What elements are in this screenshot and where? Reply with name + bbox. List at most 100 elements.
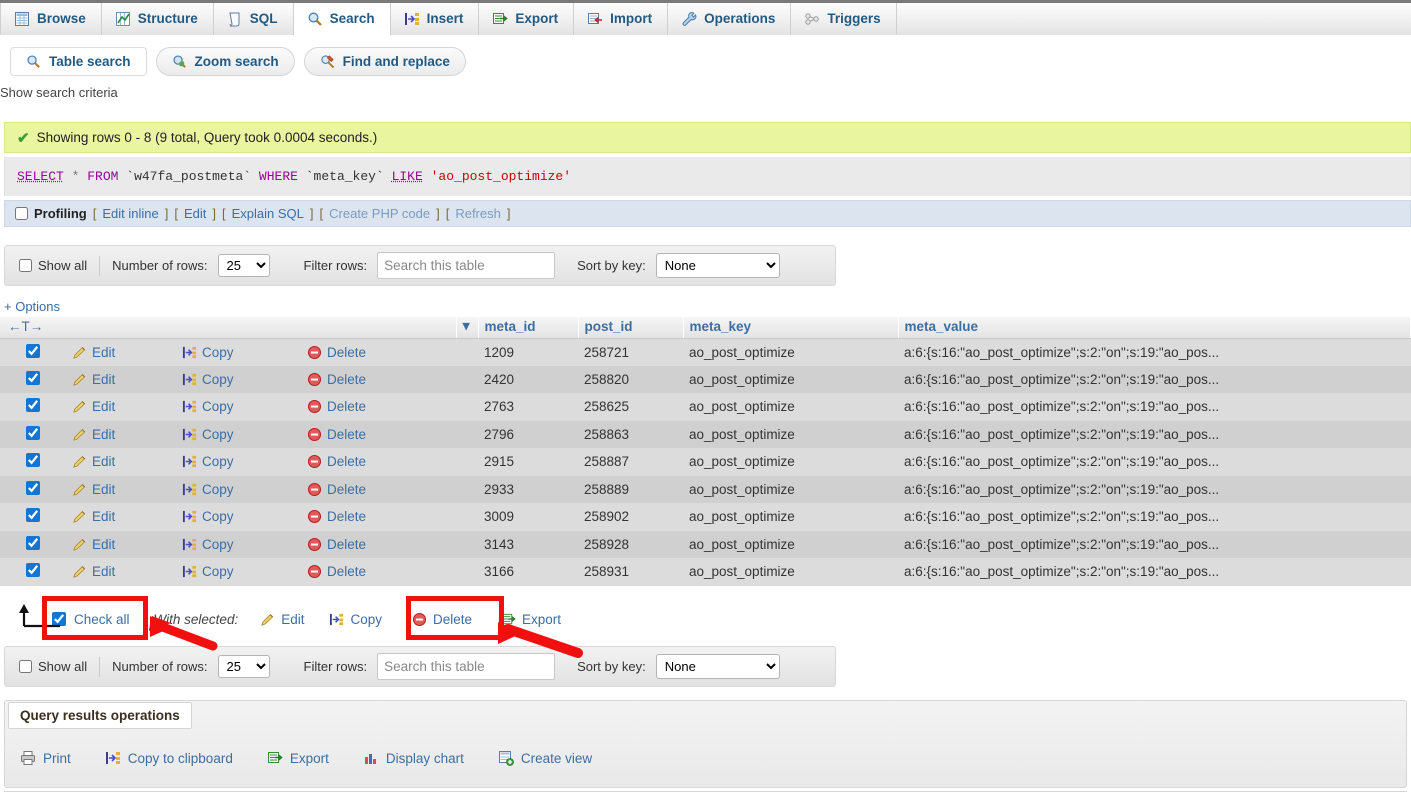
cell-meta-value[interactable]: a:6:{s:16:"ao_post_optimize";s:2:"on";s:… xyxy=(898,448,1411,476)
filter-rows-input-bottom[interactable] xyxy=(377,653,556,680)
row-select-cell[interactable] xyxy=(0,475,66,503)
row-action-edit-cell[interactable]: Edit xyxy=(66,558,176,586)
row-action-delete-cell[interactable]: Delete xyxy=(301,420,456,448)
row-select-cell[interactable] xyxy=(0,365,66,393)
row-action-copy-cell[interactable]: Copy xyxy=(176,475,301,503)
row-action-copy-cell[interactable]: Copy xyxy=(176,393,301,421)
row-action-copy-cell[interactable]: Copy xyxy=(176,420,301,448)
row-copy-link[interactable]: Copy xyxy=(182,454,295,469)
check-all-control[interactable]: Check all xyxy=(52,612,130,627)
cell-meta-key[interactable]: ao_post_optimize xyxy=(683,503,898,531)
show-all-control-bottom[interactable]: Show all xyxy=(19,659,87,674)
row-delete-link[interactable]: Delete xyxy=(307,372,450,387)
row-copy-link[interactable]: Copy xyxy=(182,372,295,387)
with-selected-delete[interactable]: Delete xyxy=(412,612,472,627)
cell-meta-id[interactable]: 3166 xyxy=(478,558,578,586)
cell-meta-key[interactable]: ao_post_optimize xyxy=(683,530,898,558)
sort-by-key-select-bottom[interactable]: None xyxy=(655,654,780,679)
row-checkbox[interactable] xyxy=(26,480,40,495)
show-search-criteria-link[interactable]: Show search criteria xyxy=(0,85,118,100)
qrop-copy-to-clipboard[interactable]: Copy to clipboard xyxy=(105,750,233,766)
table-row[interactable]: Edit Copy Delete 2420 258820 ao_post_optimize… xyxy=(0,365,1411,393)
row-copy-link[interactable]: Copy xyxy=(182,537,295,552)
row-delete-link[interactable]: Delete xyxy=(307,399,450,414)
table-row[interactable]: Edit Copy Delete 2933 258889 ao_post_optimize… xyxy=(0,475,1411,503)
row-select-cell[interactable] xyxy=(0,448,66,476)
cell-meta-value[interactable]: a:6:{s:16:"ao_post_optimize";s:2:"on";s:… xyxy=(898,365,1411,393)
row-delete-link[interactable]: Delete xyxy=(307,564,450,579)
refresh-link[interactable]: Refresh xyxy=(455,206,501,221)
row-action-copy-cell[interactable]: Copy xyxy=(176,338,301,366)
row-delete-link[interactable]: Delete xyxy=(307,427,450,442)
row-navigation-header[interactable]: ←T→ xyxy=(0,317,457,339)
cell-meta-key[interactable]: ao_post_optimize xyxy=(683,448,898,476)
check-all-checkbox[interactable] xyxy=(52,612,66,626)
row-checkbox[interactable] xyxy=(26,398,40,413)
explain-sql-link[interactable]: Explain SQL xyxy=(232,206,304,221)
tab-operations[interactable]: Operations xyxy=(668,3,792,35)
row-action-copy-cell[interactable]: Copy xyxy=(176,448,301,476)
cell-meta-value[interactable]: a:6:{s:16:"ao_post_optimize";s:2:"on";s:… xyxy=(898,503,1411,531)
subtab-zoom-search[interactable]: Zoom search xyxy=(155,46,295,76)
column-header-meta-key[interactable]: meta_key xyxy=(683,317,899,339)
table-row[interactable]: Edit Copy Delete 3166 258931 ao_post_optimize… xyxy=(0,558,1411,586)
row-checkbox[interactable] xyxy=(26,535,40,550)
cell-meta-value[interactable]: a:6:{s:16:"ao_post_optimize";s:2:"on";s:… xyxy=(898,558,1411,586)
table-row[interactable]: Edit Copy Delete 2915 258887 ao_post_optimize… xyxy=(0,448,1411,476)
row-checkbox[interactable] xyxy=(26,563,40,578)
with-selected-export[interactable]: Export xyxy=(501,612,561,627)
number-of-rows-select-bottom[interactable]: 2550100250500 xyxy=(217,655,270,678)
qrop-print[interactable]: Print xyxy=(20,750,71,766)
row-action-edit-cell[interactable]: Edit xyxy=(66,448,176,476)
cell-meta-value[interactable]: a:6:{s:16:"ao_post_optimize";s:2:"on";s:… xyxy=(898,393,1411,421)
row-delete-link[interactable]: Delete xyxy=(307,482,450,497)
number-of-rows-select-top[interactable]: 2550100250500 xyxy=(217,254,270,277)
sql-query-display[interactable]: SELECT * FROM `w47fa_postmeta` WHERE `me… xyxy=(4,157,1411,196)
row-delete-link[interactable]: Delete xyxy=(307,454,450,469)
subtab-table-search[interactable]: Table search xyxy=(10,46,147,76)
sort-by-key-select-top[interactable]: None xyxy=(655,253,780,278)
row-action-copy-cell[interactable]: Copy xyxy=(176,558,301,586)
profiling-checkbox[interactable] xyxy=(15,207,28,220)
row-copy-link[interactable]: Copy xyxy=(182,509,295,524)
cell-post-id[interactable]: 258625 xyxy=(578,393,683,421)
cell-meta-key[interactable]: ao_post_optimize xyxy=(683,558,898,586)
cell-post-id[interactable]: 258887 xyxy=(578,448,683,476)
row-select-cell[interactable] xyxy=(0,338,66,366)
tab-browse[interactable]: Browse xyxy=(0,3,102,35)
cell-meta-id[interactable]: 2915 xyxy=(478,448,578,476)
edit-inline-link[interactable]: Edit inline xyxy=(102,206,158,221)
column-header-meta-value[interactable]: meta_value xyxy=(898,317,1411,339)
tab-export[interactable]: Export xyxy=(479,3,575,35)
table-row[interactable]: Edit Copy Delete 2796 258863 ao_post_optimize… xyxy=(0,420,1411,448)
row-edit-link[interactable]: Edit xyxy=(72,564,170,579)
row-edit-link[interactable]: Edit xyxy=(72,454,170,469)
row-action-copy-cell[interactable]: Copy xyxy=(176,503,301,531)
row-edit-link[interactable]: Edit xyxy=(72,345,170,360)
row-checkbox[interactable] xyxy=(26,370,40,385)
row-action-copy-cell[interactable]: Copy xyxy=(176,530,301,558)
tab-search[interactable]: Search xyxy=(293,3,391,35)
row-action-edit-cell[interactable]: Edit xyxy=(66,365,176,393)
row-delete-link[interactable]: Delete xyxy=(307,537,450,552)
tab-triggers[interactable]: Triggers xyxy=(791,3,897,35)
qrop-display-chart[interactable]: Display chart xyxy=(363,750,464,766)
cell-meta-value[interactable]: a:6:{s:16:"ao_post_optimize";s:2:"on";s:… xyxy=(898,530,1411,558)
row-action-edit-cell[interactable]: Edit xyxy=(66,530,176,558)
row-copy-link[interactable]: Copy xyxy=(182,564,295,579)
column-header-meta-id[interactable]: meta_id xyxy=(478,317,579,339)
row-select-cell[interactable] xyxy=(0,530,66,558)
qrop-export[interactable]: Export xyxy=(267,750,329,766)
row-edit-link[interactable]: Edit xyxy=(72,537,170,552)
cell-post-id[interactable]: 258902 xyxy=(578,503,683,531)
cell-post-id[interactable]: 258820 xyxy=(578,365,683,393)
row-action-edit-cell[interactable]: Edit xyxy=(66,393,176,421)
row-checkbox[interactable] xyxy=(26,425,40,440)
row-delete-link[interactable]: Delete xyxy=(307,345,450,360)
row-action-edit-cell[interactable]: Edit xyxy=(66,475,176,503)
with-selected-copy[interactable]: Copy xyxy=(329,612,382,627)
row-checkbox[interactable] xyxy=(26,343,40,358)
row-action-delete-cell[interactable]: Delete xyxy=(301,393,456,421)
row-action-delete-cell[interactable]: Delete xyxy=(301,365,456,393)
row-checkbox[interactable] xyxy=(26,508,40,523)
